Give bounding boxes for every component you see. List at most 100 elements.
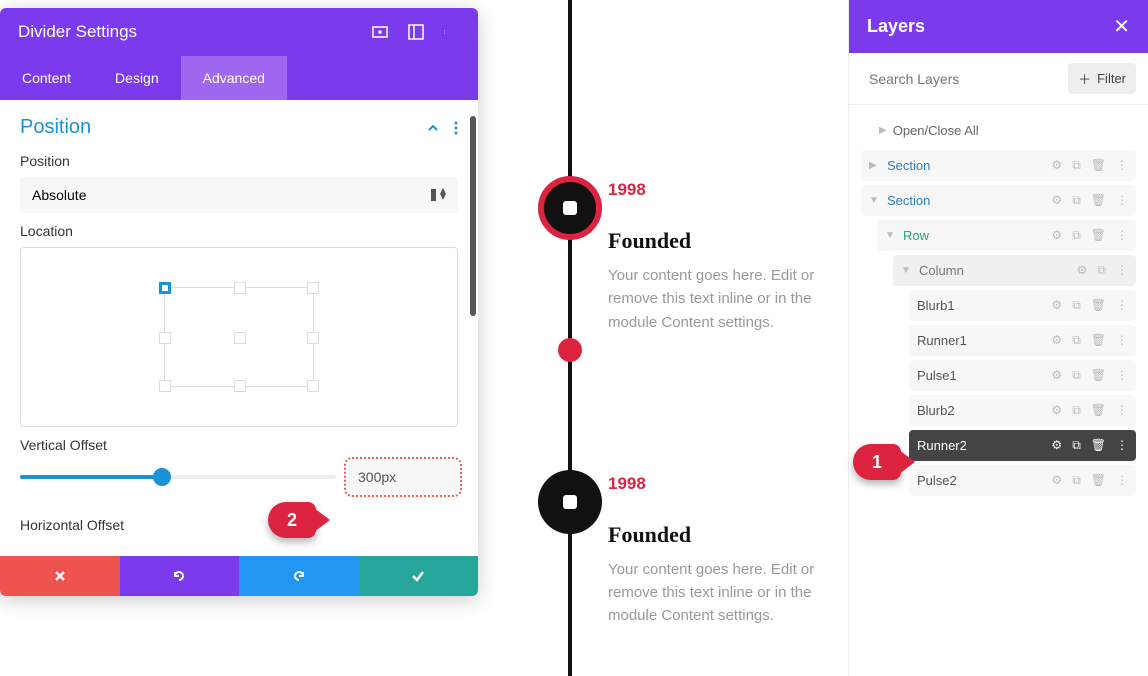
section-header[interactable]: Position (20, 116, 458, 139)
tab-content[interactable]: Content (0, 56, 93, 100)
gear-icon[interactable]: ⚙ (1051, 298, 1062, 313)
gear-icon[interactable]: ⚙ (1051, 403, 1062, 418)
layer-section-2[interactable]: ▼ Section ⚙ ⧉ 🗑 ⋮ (861, 185, 1136, 216)
settings-tabs: Content Design Advanced (0, 56, 478, 100)
duplicate-icon[interactable]: ⧉ (1072, 333, 1081, 348)
voffset-label: Vertical Offset (20, 437, 458, 453)
location-picker[interactable] (20, 247, 458, 427)
voffset-input[interactable]: 300px (348, 461, 458, 493)
trash-icon[interactable]: 🗑 (1091, 228, 1106, 243)
position-grid[interactable] (164, 287, 314, 387)
more-icon[interactable]: ⋮ (1116, 193, 1128, 208)
filter-button[interactable]: ＋ Filter (1068, 63, 1136, 94)
more-icon[interactable]: ⋮ (1116, 263, 1128, 278)
caret-down-icon: ▼ (869, 195, 881, 206)
more-icon[interactable]: ⋮ (1116, 438, 1128, 453)
duplicate-icon[interactable]: ⧉ (1072, 368, 1081, 383)
duplicate-icon[interactable]: ⧉ (1072, 158, 1081, 173)
layer-module-blurb2[interactable]: Blurb2 ⚙⧉🗑⋮ (909, 395, 1136, 426)
gear-icon[interactable]: ⚙ (1051, 333, 1062, 348)
layer-row[interactable]: ▼ Row ⚙ ⧉ 🗑 ⋮ (877, 220, 1136, 251)
layer-module-pulse1[interactable]: Pulse1 ⚙⧉🗑⋮ (909, 360, 1136, 391)
position-select-input[interactable]: Absolute (20, 177, 458, 213)
tab-design[interactable]: Design (93, 56, 181, 100)
gear-icon[interactable]: ⚙ (1051, 158, 1062, 173)
more-icon[interactable]: ⋮ (1116, 228, 1128, 243)
more-icon[interactable]: ⋮ (1116, 368, 1128, 383)
layer-module-runner1[interactable]: Runner1 ⚙⧉🗑⋮ (909, 325, 1136, 356)
gear-icon[interactable]: ⚙ (1051, 228, 1062, 243)
trash-icon[interactable]: 🗑 (1091, 473, 1106, 488)
duplicate-icon[interactable]: ⧉ (1072, 298, 1081, 313)
layer-section-1[interactable]: ▶ Section ⚙ ⧉ 🗑 ⋮ (861, 150, 1136, 181)
trash-icon[interactable]: 🗑 (1091, 403, 1106, 418)
header-icons (372, 24, 460, 40)
more-icon[interactable] (454, 121, 458, 135)
scrollbar[interactable] (470, 116, 476, 316)
trash-icon[interactable]: 🗑 (1091, 158, 1106, 173)
more-icon[interactable]: ⋮ (1116, 403, 1128, 418)
grid-mid-center[interactable] (234, 332, 246, 344)
layer-module-runner2[interactable]: Runner2 ⚙⧉🗑⋮ (909, 430, 1136, 461)
expand-icon[interactable] (408, 24, 424, 40)
more-icon[interactable]: ⋮ (1116, 333, 1128, 348)
cancel-button[interactable] (0, 556, 120, 596)
grid-bot-left[interactable] (159, 380, 171, 392)
gear-icon[interactable]: ⚙ (1051, 193, 1062, 208)
gear-icon[interactable]: ⚙ (1051, 368, 1062, 383)
timeline-text: Your content goes here. Edit or remove t… (608, 558, 828, 628)
trash-icon[interactable]: 🗑 (1091, 193, 1106, 208)
timeline-pulse-1[interactable] (558, 338, 582, 362)
caret-down-icon: ▼ (901, 265, 913, 276)
gear-icon[interactable]: ⚙ (1051, 438, 1062, 453)
slider-thumb[interactable] (153, 468, 171, 486)
layers-search-row: ＋ Filter (849, 53, 1148, 105)
trash-icon[interactable]: 🗑 (1091, 438, 1106, 453)
duplicate-icon[interactable]: ⧉ (1097, 263, 1106, 278)
close-icon[interactable]: ✕ (1113, 14, 1130, 39)
more-icon[interactable]: ⋮ (1116, 298, 1128, 313)
save-button[interactable] (359, 556, 479, 596)
timeline-title: Founded (608, 228, 828, 254)
open-close-all[interactable]: ▶ Open/Close All (861, 115, 1136, 150)
more-icon[interactable]: ⋮ (1116, 158, 1128, 173)
grid-bot-right[interactable] (307, 380, 319, 392)
trash-icon[interactable]: 🗑 (1091, 333, 1106, 348)
search-input[interactable] (861, 63, 1060, 94)
filter-label: Filter (1097, 71, 1126, 86)
timeline-marker-2[interactable] (538, 470, 602, 534)
trash-icon[interactable]: 🗑 (1091, 368, 1106, 383)
responsive-icon[interactable] (372, 24, 388, 40)
settings-title: Divider Settings (18, 22, 372, 42)
voffset-slider[interactable] (20, 468, 336, 486)
grid-bot-center[interactable] (234, 380, 246, 392)
grid-mid-left[interactable] (159, 332, 171, 344)
gear-icon[interactable]: ⚙ (1051, 473, 1062, 488)
layer-column[interactable]: ▼ Column ⚙ ⧉ ⋮ (893, 255, 1136, 286)
more-icon[interactable]: ⋮ (1116, 473, 1128, 488)
grid-top-right[interactable] (307, 282, 319, 294)
plus-icon: ＋ (1078, 69, 1091, 88)
grid-top-left[interactable] (159, 282, 171, 294)
gear-icon[interactable]: ⚙ (1077, 263, 1088, 278)
timeline-item-2: 1998 Founded Your content goes here. Edi… (488, 474, 828, 628)
duplicate-icon[interactable]: ⧉ (1072, 228, 1081, 243)
more-icon[interactable] (444, 24, 460, 40)
grid-mid-right[interactable] (307, 332, 319, 344)
layer-module-blurb1[interactable]: Blurb1 ⚙⧉🗑⋮ (909, 290, 1136, 321)
duplicate-icon[interactable]: ⧉ (1072, 403, 1081, 418)
location-label: Location (20, 223, 458, 239)
timeline-marker-1[interactable] (538, 176, 602, 240)
duplicate-icon[interactable]: ⧉ (1072, 193, 1081, 208)
redo-button[interactable] (239, 556, 359, 596)
layer-module-pulse2[interactable]: Pulse2 ⚙⧉🗑⋮ (909, 465, 1136, 496)
position-select[interactable]: Absolute ▴▾ (20, 177, 458, 213)
undo-button[interactable] (120, 556, 240, 596)
layers-panel: Layers ✕ ＋ Filter ▶ Open/Close All ▶ Sec… (848, 0, 1148, 676)
chevron-up-icon[interactable] (426, 121, 440, 135)
duplicate-icon[interactable]: ⧉ (1072, 438, 1081, 453)
grid-top-center[interactable] (234, 282, 246, 294)
tab-advanced[interactable]: Advanced (181, 56, 287, 100)
duplicate-icon[interactable]: ⧉ (1072, 473, 1081, 488)
trash-icon[interactable]: 🗑 (1091, 298, 1106, 313)
